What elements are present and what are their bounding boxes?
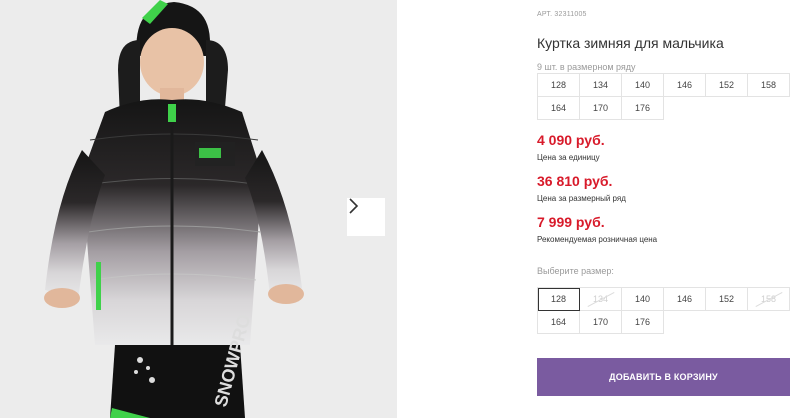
pack-size-cell: 164	[538, 97, 580, 120]
size-selector: 128 134 140 146 152 158 164 170 176	[537, 287, 790, 334]
pack-note: 9 шт. в размерном ряду	[537, 62, 636, 72]
chevron-right-icon	[349, 198, 359, 214]
price-unit-label: Цена за единицу	[537, 153, 600, 162]
pack-size-cell: 134	[580, 74, 622, 97]
pack-size-cell: 158	[748, 74, 790, 97]
size-option[interactable]: 170	[580, 311, 622, 334]
product-photo: SNOWPRO	[0, 0, 397, 418]
size-option[interactable]: 176	[622, 311, 664, 334]
size-option[interactable]: 128	[538, 288, 580, 311]
gallery-next-button[interactable]	[347, 198, 385, 236]
size-option: 134	[580, 288, 622, 311]
pack-size-cell: 176	[622, 97, 664, 120]
size-option[interactable]: 152	[706, 288, 748, 311]
product-title: Куртка зимняя для мальчика	[537, 35, 724, 51]
size-option[interactable]: 146	[664, 288, 706, 311]
product-gallery: SNOWPRO	[0, 0, 397, 418]
price-retail-label: Рекомендуемая розничная цена	[537, 235, 658, 244]
price-retail: 7 999 руб.	[537, 214, 605, 230]
add-to-cart-button[interactable]: ДОБАВИТЬ В КОРЗИНУ	[537, 358, 790, 396]
product-sku: АРТ. 32311005	[537, 11, 587, 18]
pack-size-cell: 170	[580, 97, 622, 120]
pack-size-cell: 140	[622, 74, 664, 97]
size-option: 158	[748, 288, 790, 311]
pack-size-grid: 128 134 140 146 152 158 164 170 176	[537, 73, 790, 120]
choose-size-label: Выберите размер:	[537, 266, 614, 276]
price-unit: 4 090 руб.	[537, 132, 605, 148]
size-option[interactable]: 164	[538, 311, 580, 334]
size-option[interactable]: 140	[622, 288, 664, 311]
pack-size-cell: 146	[664, 74, 706, 97]
price-pack-label: Цена за размерный ряд	[537, 194, 626, 203]
pack-size-cell: 128	[538, 74, 580, 97]
price-pack: 36 810 руб.	[537, 173, 613, 189]
pack-size-cell: 152	[706, 74, 748, 97]
